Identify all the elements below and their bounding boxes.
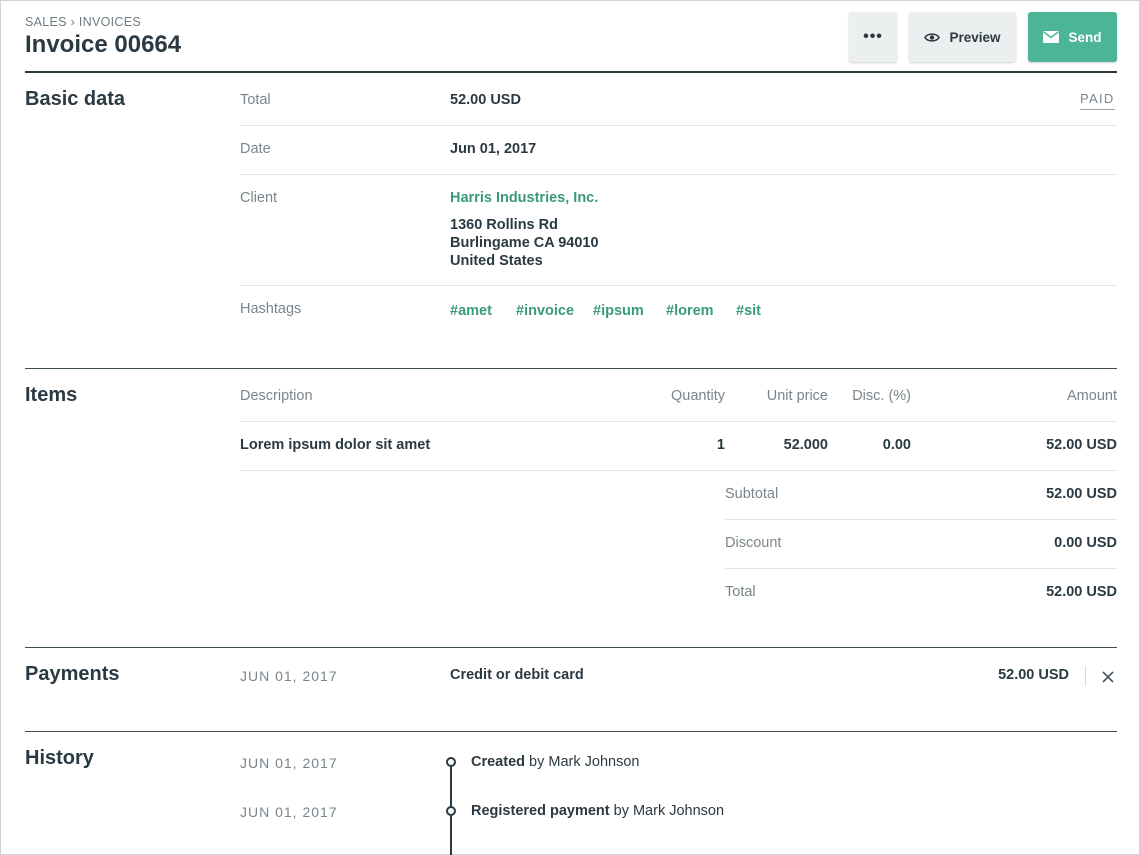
- breadcrumb-separator: ›: [70, 15, 76, 29]
- discount-label: Discount: [725, 535, 782, 551]
- item-quantity: 1: [716, 437, 725, 453]
- discount-value: 0.00 USD: [1054, 535, 1117, 551]
- more-dots-icon: •••: [863, 28, 883, 45]
- eye-icon: [924, 32, 941, 42]
- page-title: Invoice 00664: [25, 31, 182, 58]
- payment-divider: [1085, 666, 1086, 686]
- hashtag-sit[interactable]: #sit: [736, 303, 761, 319]
- address-line-1: 1360 Rollins Rd: [450, 217, 558, 233]
- more-actions-button[interactable]: •••: [849, 12, 897, 62]
- client-name-link[interactable]: Harris Industries, Inc.: [450, 190, 598, 206]
- hashtags-label: Hashtags: [240, 301, 302, 317]
- payment-date: JUN 01, 2017: [240, 668, 338, 684]
- client-address: 1360 Rollins Rd Burlingame CA 94010 Unit…: [450, 216, 599, 270]
- subtotal-value: 52.00 USD: [1046, 486, 1117, 502]
- section-title-payments: Payments: [25, 663, 120, 685]
- header-divider: [25, 71, 1117, 73]
- row-divider: [240, 174, 1117, 175]
- row-divider: [240, 421, 1117, 422]
- column-header-description: Description: [240, 388, 313, 404]
- history-text: Created by Mark Johnson: [471, 754, 639, 770]
- history-action: Created: [471, 754, 525, 770]
- hashtag-invoice[interactable]: #invoice: [516, 303, 574, 319]
- preview-label: Preview: [949, 29, 1001, 45]
- section-title-history: History: [25, 747, 94, 769]
- item-amount: 52.00 USD: [1046, 437, 1117, 453]
- hashtag-ipsum[interactable]: #ipsum: [593, 303, 644, 319]
- preview-button[interactable]: Preview: [909, 12, 1016, 62]
- column-header-discount: Disc. (%): [852, 388, 911, 404]
- items-total-value: 52.00 USD: [1046, 584, 1117, 600]
- history-text: Registered payment by Mark Johnson: [471, 803, 724, 819]
- section-title-items: Items: [25, 384, 78, 406]
- history-date: JUN 01, 2017: [240, 804, 338, 820]
- hashtag-amet[interactable]: #amet: [450, 303, 492, 319]
- timeline-dot: [446, 806, 456, 816]
- payment-method: Credit or debit card: [450, 667, 584, 683]
- payment-amount: 52.00 USD: [998, 667, 1069, 683]
- section-title-basic-data: Basic data: [25, 88, 126, 110]
- item-discount: 0.00: [882, 437, 911, 453]
- row-divider: [240, 285, 1117, 286]
- column-header-quantity: Quantity: [671, 388, 725, 404]
- address-line-2: Burlingame CA 94010: [450, 235, 599, 251]
- invoice-page: SALES › INVOICES Invoice 00664 ••• Previ…: [0, 0, 1140, 855]
- date-value: Jun 01, 2017: [450, 141, 537, 157]
- send-button[interactable]: Send: [1028, 12, 1117, 62]
- send-label: Send: [1068, 29, 1102, 45]
- items-total-label: Total: [725, 584, 756, 600]
- row-divider: [240, 125, 1117, 126]
- section-divider: [25, 731, 1117, 732]
- history-date: JUN 01, 2017: [240, 755, 338, 771]
- total-label: Total: [240, 92, 271, 108]
- row-divider: [240, 470, 1117, 471]
- breadcrumb-invoices[interactable]: INVOICES: [79, 15, 141, 29]
- item-description: Lorem ipsum dolor sit amet: [240, 437, 431, 453]
- address-line-3: United States: [450, 253, 543, 269]
- section-divider: [25, 647, 1117, 648]
- envelope-icon: [1043, 31, 1060, 43]
- history-action: Registered payment: [471, 803, 610, 819]
- row-divider: [725, 519, 1117, 520]
- breadcrumb: SALES › INVOICES: [25, 15, 141, 29]
- client-label: Client: [240, 190, 278, 206]
- breadcrumb-sales[interactable]: SALES: [25, 15, 67, 29]
- timeline-dot: [446, 757, 456, 767]
- close-icon[interactable]: [1101, 670, 1115, 684]
- column-header-amount: Amount: [1067, 388, 1117, 404]
- hashtag-lorem[interactable]: #lorem: [666, 303, 714, 319]
- subtotal-label: Subtotal: [725, 486, 779, 502]
- history-author: by Mark Johnson: [613, 803, 725, 819]
- row-divider: [725, 568, 1117, 569]
- total-value: 52.00 USD: [450, 92, 521, 108]
- section-divider: [25, 368, 1117, 369]
- history-author: by Mark Johnson: [529, 754, 640, 770]
- date-label: Date: [240, 141, 271, 157]
- status-badge: PAID: [1080, 91, 1115, 110]
